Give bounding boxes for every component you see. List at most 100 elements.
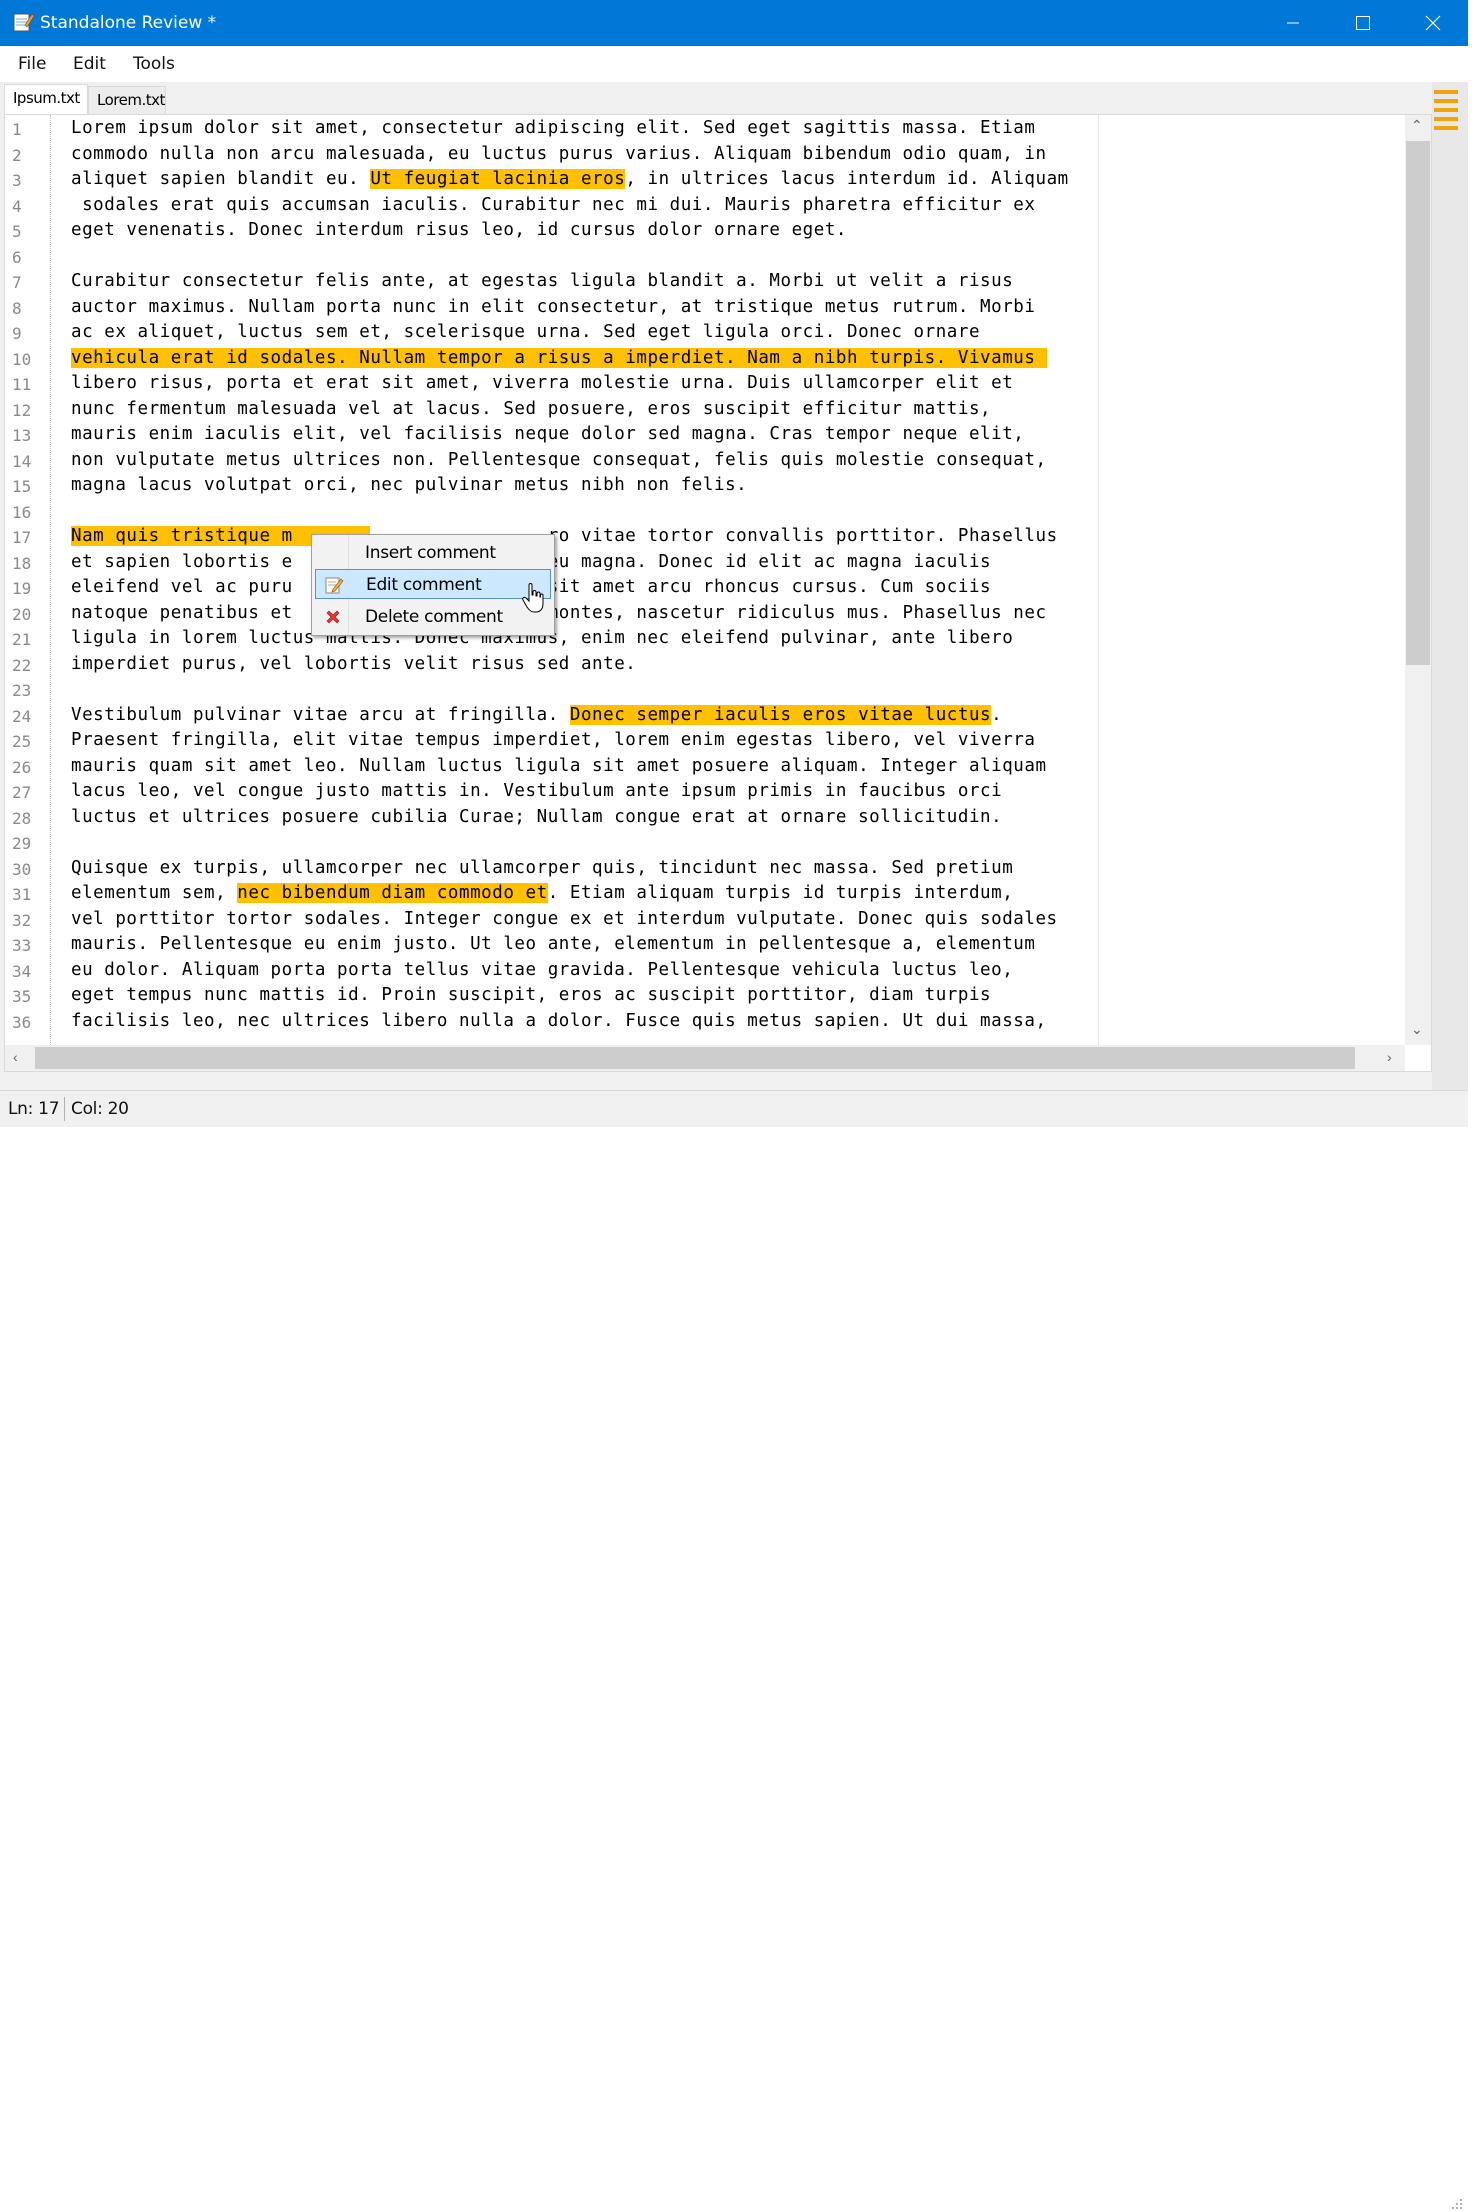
tab-label: Lorem.txt bbox=[97, 91, 165, 109]
text-editor[interactable]: 1 2 3 4 5 6 7 8 9 10 11 12 13 14 15 16 17 18 19 20 21 22 23 24 2… bbox=[4, 114, 1432, 1072]
overview-ruler[interactable] bbox=[1432, 82, 1468, 1090]
text-segment: magna lacus volutpat orci, nec pulvinar … bbox=[71, 475, 748, 495]
text-line: imperdiet purus, vel lobortis velit risu… bbox=[71, 652, 636, 677]
menu-file[interactable]: File bbox=[18, 54, 46, 74]
resize-grip-icon[interactable] bbox=[1448, 2195, 1464, 2211]
text-line: magna lacus volutpat orci, nec pulvinar … bbox=[71, 473, 747, 498]
insert-comment-item[interactable]: Insert comment bbox=[315, 538, 551, 568]
status-line: Ln: 17 bbox=[8, 1099, 60, 1119]
comment-highlight[interactable]: vehicula erat id sodales. Nullam tempor … bbox=[71, 347, 1047, 368]
line-number: 10 bbox=[12, 349, 32, 369]
text-line: eu dolor. Aliquam porta porta tellus vit… bbox=[71, 958, 1013, 983]
line-number: 24 bbox=[12, 706, 32, 726]
close-button[interactable] bbox=[1398, 0, 1468, 46]
line-number: 26 bbox=[12, 757, 32, 777]
text-segment: elementum sem, bbox=[71, 883, 238, 903]
text-segment: mauris quam sit amet leo. Nullam luctus … bbox=[71, 755, 1047, 776]
minimize-icon bbox=[1287, 22, 1299, 24]
text-segment: Quisque ex turpis, ullamcorper nec ullam… bbox=[71, 857, 1014, 878]
line-number: 3 bbox=[12, 171, 22, 190]
overview-marker bbox=[1434, 117, 1458, 121]
line-number: 36 bbox=[12, 1012, 32, 1032]
line-number: 29 bbox=[12, 834, 32, 853]
line-number: 4 bbox=[12, 196, 22, 216]
vertical-scroll-thumb[interactable] bbox=[1406, 141, 1430, 665]
text-line: non vulputate metus ultrices non. Pellen… bbox=[71, 448, 1047, 473]
text-line: commodo nulla non arcu malesuada, eu luc… bbox=[71, 142, 1047, 167]
minimize-button[interactable] bbox=[1258, 0, 1328, 46]
scroll-right-icon[interactable]: › bbox=[1387, 1049, 1392, 1065]
menu-edit[interactable]: Edit bbox=[73, 54, 106, 74]
scroll-up-icon[interactable]: ⌃ bbox=[1411, 117, 1423, 134]
line-number: 21 bbox=[12, 630, 32, 649]
text-line: eget tempus nunc mattis id. Proin suscip… bbox=[71, 983, 991, 1008]
line-number: 1 bbox=[12, 120, 22, 139]
line-number: 34 bbox=[12, 961, 32, 981]
status-col: Col: 20 bbox=[71, 1099, 129, 1119]
overview-marker bbox=[1434, 126, 1458, 130]
line-number-gutter: 1 2 3 4 5 6 7 8 9 10 11 12 13 14 15 16 17 18 19 20 21 22 23 24 2… bbox=[5, 115, 51, 1045]
scroll-down-icon[interactable]: ⌄ bbox=[1411, 1021, 1423, 1038]
text-line: mauris quam sit amet leo. Nullam luctus … bbox=[71, 754, 1047, 779]
text-line: vel porttitor tortor sodales. Integer co… bbox=[71, 907, 1058, 932]
text-line: Quisque ex turpis, ullamcorper nec ullam… bbox=[71, 856, 1013, 881]
text-segment: facilisis leo, nec ultrices libero nulla… bbox=[71, 1010, 1047, 1031]
status-bar: Ln: 17 Col: 20 bbox=[0, 1090, 1468, 2209]
line-number: 22 bbox=[12, 655, 32, 675]
line-number: 5 bbox=[12, 222, 22, 241]
line-number: 14 bbox=[12, 451, 32, 471]
maximize-button[interactable] bbox=[1328, 0, 1398, 46]
text-line: Praesent fringilla, elit vitae tempus im… bbox=[71, 728, 1035, 753]
line-number: 9 bbox=[12, 324, 22, 343]
code-area[interactable]: Lorem ipsum dolor sit amet, consectetur … bbox=[71, 115, 1401, 1045]
text-line: ac ex aliquet, luctus sem et, scelerisqu… bbox=[71, 320, 980, 345]
text-segment: non vulputate metus ultrices non. Pellen… bbox=[71, 449, 1047, 470]
text-segment: lacus leo, vel congue justo mattis in. V… bbox=[71, 781, 1003, 801]
line-number: 35 bbox=[12, 987, 32, 1006]
edit-comment-item[interactable]: Edit comment bbox=[315, 569, 551, 599]
menu-item-label: Delete comment bbox=[365, 607, 503, 627]
margin-guide bbox=[1098, 115, 1099, 1045]
text-segment: vel porttitor tortor sodales. Integer co… bbox=[71, 908, 1058, 929]
text-segment: . bbox=[991, 704, 1003, 725]
text-segment: natoque penatibus et nt montes, nascetur… bbox=[71, 602, 1047, 623]
line-number: 18 bbox=[12, 553, 32, 573]
text-line: Lorem ipsum dolor sit amet, consectetur … bbox=[71, 116, 1035, 141]
mouse-pointer-icon bbox=[522, 583, 544, 613]
app-window: Standalone Review * File Edit Tools Ipsu… bbox=[0, 0, 1468, 2209]
text-segment: Curabitur consectetur felis ante, at ege… bbox=[71, 271, 1014, 291]
comment-highlight[interactable]: Nam quis tristique m bbox=[71, 526, 293, 546]
menu-tools[interactable]: Tools bbox=[133, 54, 175, 74]
text-segment: Praesent fringilla, elit vitae tempus im… bbox=[71, 730, 1036, 750]
window-title: Standalone Review * bbox=[40, 13, 217, 33]
text-line: Nam quis tristique m ro vitae tortor con… bbox=[71, 524, 1058, 549]
line-number: 19 bbox=[12, 579, 32, 598]
red-x-icon bbox=[326, 610, 340, 624]
close-icon bbox=[1425, 15, 1441, 31]
horizontal-scroll-thumb[interactable] bbox=[35, 1047, 1355, 1069]
line-number: 11 bbox=[12, 375, 32, 394]
line-number: 13 bbox=[12, 426, 32, 445]
line-number: 7 bbox=[12, 273, 22, 292]
comment-highlight[interactable]: Ut feugiat lacinia eros bbox=[370, 169, 626, 189]
text-segment: auctor maximus. Nullam porta nunc in eli… bbox=[71, 296, 1036, 317]
title-bar[interactable]: Standalone Review * bbox=[0, 0, 1468, 46]
text-line: aliquet sapien blandit eu. Ut feugiat la… bbox=[71, 167, 1069, 192]
tab-ipsum[interactable]: Ipsum.txt bbox=[4, 84, 88, 114]
scroll-left-icon[interactable]: ‹ bbox=[13, 1049, 18, 1065]
text-line: Curabitur consectetur felis ante, at ege… bbox=[71, 269, 1013, 294]
overview-marker bbox=[1434, 90, 1458, 94]
text-segment: mauris enim iaculis elit, vel facilisis … bbox=[71, 424, 1025, 444]
comment-highlight[interactable]: nec bibendum diam commodo et bbox=[237, 883, 548, 903]
delete-comment-item[interactable]: Delete comment bbox=[315, 602, 551, 632]
line-number: 23 bbox=[12, 681, 32, 700]
comment-highlight[interactable]: Donec semper iaculis eros vitae luctus bbox=[569, 704, 992, 725]
text-segment: mauris. Pellentesque eu enim justo. Ut l… bbox=[71, 934, 1036, 954]
tab-lorem[interactable]: Lorem.txt bbox=[88, 86, 166, 114]
tab-label: Ipsum.txt bbox=[13, 89, 80, 107]
menu-bar: File Edit Tools bbox=[0, 46, 1468, 82]
maximize-icon bbox=[1356, 16, 1370, 30]
vertical-scrollbar[interactable]: ⌃ ⌄ bbox=[1405, 115, 1431, 1045]
horizontal-scrollbar[interactable]: ‹ › bbox=[5, 1045, 1405, 1071]
edit-note-icon bbox=[325, 577, 344, 594]
